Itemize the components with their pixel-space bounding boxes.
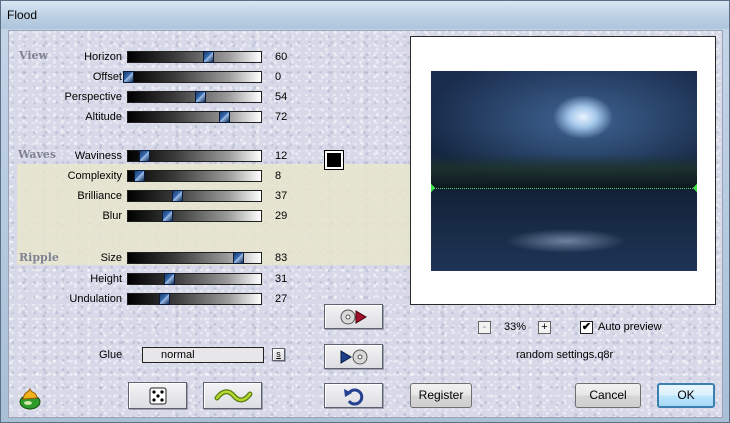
slider-value[interactable]: 29	[275, 209, 287, 223]
register-button-label: Register	[418, 388, 464, 402]
slider-thumb[interactable]	[138, 150, 150, 162]
preview-horizon-band	[431, 155, 697, 189]
dice-icon	[149, 387, 167, 405]
ok-button[interactable]: OK	[657, 383, 715, 408]
auto-preview-label[interactable]: Auto preview	[598, 321, 662, 334]
waviness-slider[interactable]	[127, 150, 262, 162]
altitude-slider[interactable]	[127, 111, 262, 123]
slider-row-complexity: Complexity 8	[9, 169, 309, 183]
dialog-client-area: View Waves Ripple Horizon 60 Offset 0 Pe…	[8, 30, 723, 418]
cancel-button[interactable]: Cancel	[575, 383, 641, 408]
slider-row-horizon: Horizon 60	[9, 50, 309, 64]
blur-slider[interactable]	[127, 210, 262, 222]
ok-button-label: OK	[677, 388, 695, 402]
slider-value[interactable]: 60	[275, 50, 287, 64]
wave-preset-button[interactable]	[203, 382, 262, 409]
slider-value[interactable]: 12	[275, 149, 287, 163]
offset-slider[interactable]	[123, 71, 262, 83]
slider-value[interactable]: 8	[275, 169, 281, 183]
register-button[interactable]: Register	[410, 383, 472, 408]
disc-play-icon	[340, 309, 367, 325]
slider-label: Blur	[102, 210, 122, 222]
slider-thumb[interactable]	[202, 51, 214, 63]
slider-row-waviness: Waviness 12	[9, 149, 309, 163]
glue-value: normal	[161, 349, 195, 361]
slider-thumb[interactable]	[172, 190, 184, 202]
save-settings-button[interactable]	[324, 344, 383, 369]
zoom-level: 33%	[504, 321, 527, 333]
horizon-slider[interactable]	[127, 51, 262, 63]
glue-select[interactable]: normal	[142, 347, 264, 363]
preview-image[interactable]	[431, 71, 697, 271]
flaming-pear-logo-icon	[19, 387, 41, 410]
undulation-slider[interactable]	[127, 293, 262, 305]
horizon-line[interactable]	[431, 188, 697, 189]
zoom-in-button[interactable]: +	[538, 321, 551, 334]
settings-filename: random settings.q8r	[516, 349, 614, 361]
slider-thumb[interactable]	[194, 91, 206, 103]
slider-row-undulation: Undulation 27	[9, 292, 309, 306]
slider-label: Altitude	[85, 111, 122, 123]
slider-thumb[interactable]	[133, 170, 145, 182]
glue-menu-button-label: s	[276, 349, 281, 359]
slider-label: Perspective	[64, 91, 122, 103]
randomize-dice-button[interactable]	[128, 382, 187, 409]
color-swatch[interactable]	[324, 150, 344, 170]
preview-panel	[410, 36, 716, 305]
zoom-in-label: +	[541, 321, 548, 333]
slider-row-perspective: Perspective 54	[9, 90, 309, 104]
slider-row-size: Size 83	[9, 251, 309, 265]
slider-thumb[interactable]	[164, 273, 176, 285]
slider-row-altitude: Altitude 72	[9, 110, 309, 124]
zoom-out-button[interactable]: -	[478, 321, 491, 334]
slider-label: Complexity	[67, 170, 122, 182]
slider-value[interactable]: 37	[275, 189, 287, 203]
auto-preview-checkbox[interactable]: ✔	[580, 321, 593, 334]
slider-thumb[interactable]	[233, 252, 245, 264]
slider-label: Brilliance	[77, 190, 122, 202]
slider-label: Waviness	[74, 150, 122, 162]
slider-row-offset: Offset 0	[9, 70, 309, 84]
complexity-slider[interactable]	[127, 170, 262, 182]
slider-label: Offset	[92, 71, 122, 83]
undo-button[interactable]	[324, 383, 383, 408]
slider-label: Horizon	[84, 51, 122, 63]
slider-label: Height	[90, 273, 122, 285]
slider-thumb[interactable]	[158, 293, 170, 305]
preview-reflection	[491, 221, 641, 261]
wave-icon	[214, 389, 253, 403]
zoom-out-label: -	[482, 321, 487, 333]
slider-label: Undulation	[69, 293, 122, 305]
glue-label: Glue	[99, 349, 123, 361]
cancel-button-label: Cancel	[589, 388, 627, 402]
slider-value[interactable]: 54	[275, 90, 287, 104]
slider-value[interactable]: 31	[275, 272, 287, 286]
slider-label: Size	[100, 252, 122, 264]
slider-value[interactable]: 83	[275, 251, 287, 265]
size-slider[interactable]	[127, 252, 262, 264]
perspective-slider[interactable]	[127, 91, 262, 103]
height-slider[interactable]	[127, 273, 262, 285]
slider-thumb[interactable]	[218, 111, 230, 123]
play-disc-icon	[340, 349, 368, 365]
slider-row-height: Height 31	[9, 272, 309, 286]
slider-value[interactable]: 27	[275, 292, 287, 306]
slider-thumb[interactable]	[161, 210, 173, 222]
window-title: Flood	[7, 8, 38, 22]
undo-arrow-icon	[344, 388, 364, 406]
title-bar: Flood	[1, 1, 729, 29]
slider-row-brilliance: Brilliance 37	[9, 189, 309, 203]
load-settings-button[interactable]	[324, 304, 383, 329]
glue-menu-button[interactable]: s	[272, 348, 285, 361]
slider-value[interactable]: 72	[275, 110, 287, 124]
slider-thumb[interactable]	[123, 71, 134, 83]
slider-value[interactable]: 0	[275, 70, 281, 84]
brilliance-slider[interactable]	[127, 190, 262, 202]
slider-row-blur: Blur 29	[9, 209, 309, 223]
flood-dialog: Flood View Waves Ripple Horizon 60 Offse…	[0, 0, 730, 423]
